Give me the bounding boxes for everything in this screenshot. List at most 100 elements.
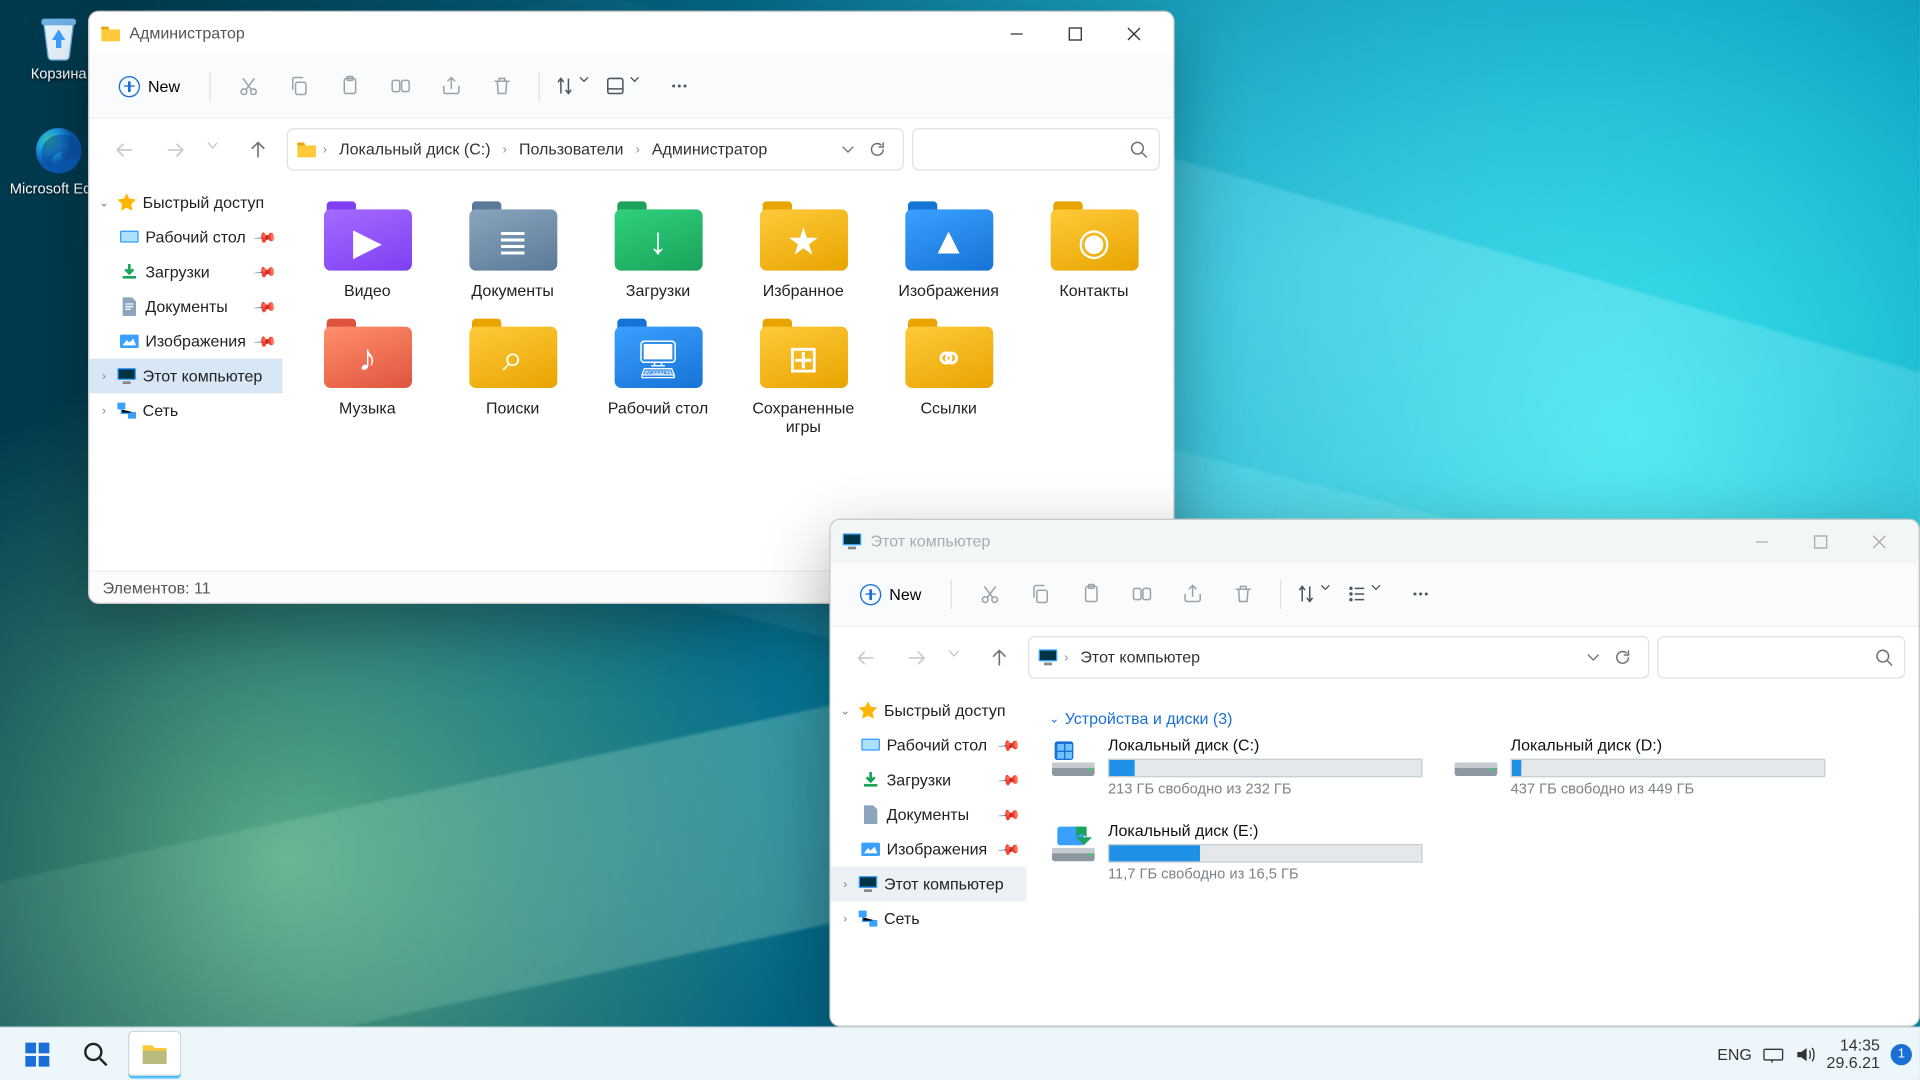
drive-free-text: 11,7 ГБ свободно из 16,5 ГБ — [1108, 867, 1423, 883]
back-button[interactable] — [103, 128, 146, 171]
breadcrumb-item[interactable]: Локальный диск (C:) — [332, 136, 497, 163]
clock[interactable]: 14:35 29.6.21 — [1827, 1037, 1880, 1072]
notification-badge[interactable]: 1 — [1891, 1043, 1912, 1064]
copy-button[interactable] — [275, 63, 323, 108]
new-button[interactable]: New — [844, 571, 937, 616]
share-button[interactable] — [427, 63, 475, 108]
address-bar[interactable]: › Этот компьютер — [1028, 636, 1649, 679]
folder-item[interactable]: ⊞Сохраненные игры — [731, 313, 876, 436]
breadcrumb-item[interactable]: Этот компьютер — [1074, 644, 1207, 671]
file-grid: ▶Видео≣Документы↓Загрузки★Избранное▲Изоб… — [284, 180, 1173, 571]
folder-item[interactable]: ◉Контакты — [1021, 196, 1166, 300]
address-bar[interactable]: › Локальный диск (C:) › Пользователи › А… — [287, 128, 904, 171]
refresh-icon[interactable] — [1613, 648, 1632, 667]
sidebar-network[interactable]: ›Сеть — [831, 901, 1027, 936]
sort-button[interactable] — [1295, 571, 1343, 616]
folder-item[interactable]: ★Избранное — [731, 196, 876, 300]
folder-label: Изображения — [876, 281, 1021, 300]
breadcrumb-item[interactable]: Пользователи — [512, 136, 630, 163]
sort-button[interactable] — [553, 63, 601, 108]
refresh-icon[interactable] — [868, 140, 887, 159]
folder-label: Поиски — [440, 399, 585, 418]
sidebar-item-documents[interactable]: Документы📌 — [89, 289, 282, 324]
paste-button[interactable] — [325, 63, 373, 108]
forward-button[interactable] — [895, 636, 938, 679]
cut-button[interactable] — [965, 571, 1013, 616]
maximize-button[interactable] — [1045, 13, 1104, 53]
language-indicator[interactable]: ENG — [1717, 1045, 1752, 1064]
monitor-icon — [116, 365, 137, 386]
layout-button[interactable] — [1345, 571, 1393, 616]
drive-item[interactable]: Локальный диск (D:)437 ГБ свободно из 44… — [1452, 736, 1825, 797]
sidebar-item-desktop[interactable]: Рабочий стол📌 — [831, 728, 1027, 763]
maximize-button[interactable] — [1791, 521, 1850, 561]
folder-item[interactable]: ▶Видео — [295, 196, 440, 300]
back-button[interactable] — [844, 636, 887, 679]
rename-button[interactable] — [376, 63, 424, 108]
close-button[interactable] — [1849, 521, 1908, 561]
folder-item[interactable]: ⚭Ссылки — [876, 313, 1021, 436]
sidebar-item-downloads[interactable]: Загрузки📌 — [89, 255, 282, 290]
sidebar-item-downloads[interactable]: Загрузки📌 — [831, 763, 1027, 798]
recent-dropdown[interactable] — [204, 128, 228, 171]
sidebar-quick-access[interactable]: ⌄Быстрый доступ — [89, 185, 282, 220]
sidebar-item-pictures[interactable]: Изображения📌 — [831, 832, 1027, 867]
folder-item[interactable]: 🖥Рабочий стол — [585, 313, 730, 436]
breadcrumb-item[interactable]: Администратор — [645, 136, 774, 163]
drive-item[interactable]: Локальный диск (C:)213 ГБ свободно из 23… — [1049, 736, 1422, 797]
document-icon — [119, 296, 140, 317]
chevron-down-icon[interactable] — [1587, 651, 1600, 664]
minimize-button[interactable] — [1732, 521, 1791, 561]
recent-dropdown[interactable] — [945, 636, 969, 679]
new-button[interactable]: New — [103, 63, 196, 108]
minimize-button[interactable] — [987, 13, 1046, 53]
drive-item[interactable]: Локальный диск (E:)11,7 ГБ свободно из 1… — [1049, 821, 1422, 882]
chevron-down-icon[interactable] — [841, 143, 854, 156]
view-button[interactable] — [604, 63, 652, 108]
cut-button[interactable] — [224, 63, 272, 108]
forward-button[interactable] — [153, 128, 196, 171]
more-button[interactable] — [655, 63, 703, 108]
delete-button[interactable] — [477, 63, 525, 108]
recycle-bin-icon — [31, 8, 87, 64]
keyboard-tray-icon[interactable] — [1763, 1043, 1784, 1064]
section-header[interactable]: ⌄Устройства и диски (3) — [1039, 704, 1919, 736]
close-button[interactable] — [1104, 13, 1163, 53]
folder-item[interactable]: ▲Изображения — [876, 196, 1021, 300]
sidebar-item-documents[interactable]: Документы📌 — [831, 797, 1027, 832]
copy-button[interactable] — [1016, 571, 1064, 616]
pictures-icon — [860, 839, 881, 860]
up-button[interactable] — [236, 128, 279, 171]
sidebar-item-pictures[interactable]: Изображения📌 — [89, 324, 282, 359]
volume-icon[interactable] — [1795, 1043, 1816, 1064]
delete-button[interactable] — [1219, 571, 1267, 616]
share-button[interactable] — [1168, 571, 1216, 616]
more-button[interactable] — [1396, 571, 1444, 616]
pin-icon: 📌 — [253, 294, 278, 319]
folder-item[interactable]: ⌕Поиски — [440, 313, 585, 436]
folder-item[interactable]: ≣Документы — [440, 196, 585, 300]
sidebar-item-desktop[interactable]: Рабочий стол📌 — [89, 220, 282, 255]
sidebar-this-pc[interactable]: ›Этот компьютер — [831, 867, 1027, 902]
system-tray: ENG 14:35 29.6.21 1 — [1717, 1037, 1912, 1072]
taskbar-explorer[interactable] — [128, 1030, 181, 1078]
folder-label: Видео — [295, 281, 440, 300]
sidebar: ⌄Быстрый доступ Рабочий стол📌 Загрузки📌 … — [831, 688, 1028, 1025]
start-button[interactable] — [11, 1030, 64, 1078]
folder-item[interactable]: ♪Музыка — [295, 313, 440, 436]
search-button[interactable] — [69, 1030, 122, 1078]
folder-item[interactable]: ↓Загрузки — [585, 196, 730, 300]
folder-label: Ссылки — [876, 399, 1021, 418]
paste-button[interactable] — [1067, 571, 1115, 616]
sidebar-network[interactable]: ›Сеть — [89, 393, 282, 428]
document-icon — [860, 804, 881, 825]
titlebar[interactable]: Этот компьютер — [831, 520, 1919, 563]
rename-button[interactable] — [1117, 571, 1165, 616]
search-input[interactable] — [912, 128, 1160, 171]
sidebar-this-pc[interactable]: ›Этот компьютер — [89, 359, 282, 394]
sidebar-quick-access[interactable]: ⌄Быстрый доступ — [831, 693, 1027, 728]
up-button[interactable] — [977, 636, 1020, 679]
drive-free-text: 437 ГБ свободно из 449 ГБ — [1511, 781, 1826, 797]
titlebar[interactable]: Администратор — [89, 12, 1173, 55]
search-input[interactable] — [1657, 636, 1905, 679]
